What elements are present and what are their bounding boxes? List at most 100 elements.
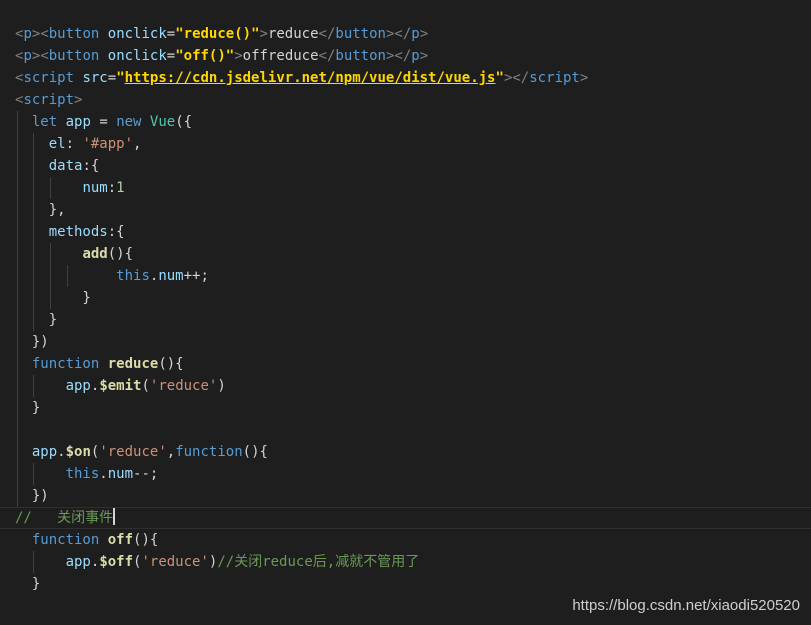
indent-guide xyxy=(33,375,34,397)
code-token: . xyxy=(99,466,108,482)
code-token: app xyxy=(65,114,91,130)
code-line[interactable]: <p><button onclick="off()">offreduce</bu… xyxy=(0,45,428,67)
code-token: $on xyxy=(65,444,91,460)
code-token: = xyxy=(166,48,176,64)
code-line[interactable]: } xyxy=(0,309,57,331)
code-line[interactable]: }) xyxy=(0,331,49,353)
code-token: ) xyxy=(217,378,226,394)
code-token: num xyxy=(82,180,108,196)
code-token: // 关闭事件 xyxy=(15,510,114,526)
code-token: data xyxy=(48,158,83,174)
indent-guide xyxy=(33,463,34,485)
code-token: add xyxy=(82,246,108,262)
code-line[interactable]: function reduce(){ xyxy=(0,353,184,375)
code-token: (){ xyxy=(133,532,159,548)
code-token: } xyxy=(15,400,41,416)
code-line[interactable]: this.num++; xyxy=(0,265,209,287)
code-token: > xyxy=(579,70,589,86)
code-line[interactable]: <p><button onclick="reduce()">reduce</bu… xyxy=(0,23,428,45)
code-token: (){ xyxy=(158,356,184,372)
code-line[interactable]: }) xyxy=(0,485,49,507)
indent-guide xyxy=(50,243,51,309)
indent-guide xyxy=(67,265,68,287)
code-token: app xyxy=(65,554,91,570)
code-token: function xyxy=(31,532,100,548)
code-token: this xyxy=(116,268,150,284)
code-line[interactable]: <script src="https://cdn.jsdelivr.net/np… xyxy=(0,67,588,89)
code-token: p xyxy=(23,48,32,64)
code-token: function xyxy=(175,444,243,460)
code-editor[interactable]: <p><button onclick="reduce()">reduce</bu… xyxy=(0,0,811,625)
code-token: this xyxy=(65,466,100,482)
code-token: 'reduce' xyxy=(149,378,218,394)
code-line[interactable]: } xyxy=(0,287,91,309)
code-token: > xyxy=(419,26,429,42)
code-token: ></ xyxy=(385,48,412,64)
code-line[interactable]: methods:{ xyxy=(0,221,125,243)
code-token: app xyxy=(65,378,91,394)
code-token: new xyxy=(116,114,142,130)
code-token: 1 xyxy=(116,180,125,196)
text-cursor xyxy=(113,508,116,525)
code-token: "reduce()" xyxy=(175,26,260,42)
code-line[interactable]: } xyxy=(0,573,40,595)
code-token: > xyxy=(259,26,268,42)
code-token: </ xyxy=(318,26,336,42)
code-token: app xyxy=(31,444,58,460)
code-token: '#app' xyxy=(82,136,134,152)
code-token: :{ xyxy=(82,158,100,174)
code-line[interactable]: } xyxy=(0,397,40,419)
code-token: } xyxy=(15,290,91,306)
code-token: onclick xyxy=(107,48,167,64)
code-token: ></ xyxy=(385,26,412,42)
code-token: ({ xyxy=(175,114,193,130)
code-token: num xyxy=(107,466,134,482)
code-token: el xyxy=(48,136,66,152)
code-line[interactable]: num:1 xyxy=(0,177,125,199)
code-token: num xyxy=(158,268,184,284)
code-token: onclick xyxy=(107,26,167,42)
code-token: p xyxy=(23,26,32,42)
code-line[interactable]: // 关闭事件 xyxy=(0,507,811,529)
code-line[interactable]: add(){ xyxy=(0,243,133,265)
code-token: : xyxy=(107,180,117,196)
code-token: https://cdn.jsdelivr.net/npm/vue/dist/vu… xyxy=(124,70,496,86)
code-line[interactable]: app.$off('reduce')//关闭reduce后,减就不管用了 xyxy=(0,551,420,573)
code-token: button xyxy=(48,48,100,64)
code-line[interactable] xyxy=(0,419,15,441)
watermark-text: https://blog.csdn.net/xiaodi520520 xyxy=(572,597,800,614)
code-line[interactable]: function off(){ xyxy=(0,529,158,551)
code-token: ( xyxy=(141,378,150,394)
code-token: (){ xyxy=(107,246,134,262)
code-line[interactable]: el: '#app', xyxy=(0,133,142,155)
code-token: 'reduce' xyxy=(141,554,209,570)
code-line[interactable]: let app = new Vue({ xyxy=(0,111,192,133)
code-line[interactable]: <script> xyxy=(0,89,82,111)
code-token: function xyxy=(31,356,100,372)
code-token: :{ xyxy=(107,224,125,240)
code-token: Vue xyxy=(149,114,176,130)
code-line[interactable]: app.$on('reduce',function(){ xyxy=(0,441,268,463)
code-line[interactable]: data:{ xyxy=(0,155,100,177)
code-token: let xyxy=(31,114,58,130)
indent-guide xyxy=(50,177,51,199)
code-token: $emit xyxy=(99,378,142,394)
code-token: 'reduce' xyxy=(99,444,167,460)
code-line[interactable]: this.num--; xyxy=(0,463,159,485)
code-token: script xyxy=(529,70,580,86)
code-token: : xyxy=(65,136,83,152)
code-token: ></ xyxy=(503,70,530,86)
code-token: --; xyxy=(133,466,159,482)
indent-guide xyxy=(33,551,34,573)
